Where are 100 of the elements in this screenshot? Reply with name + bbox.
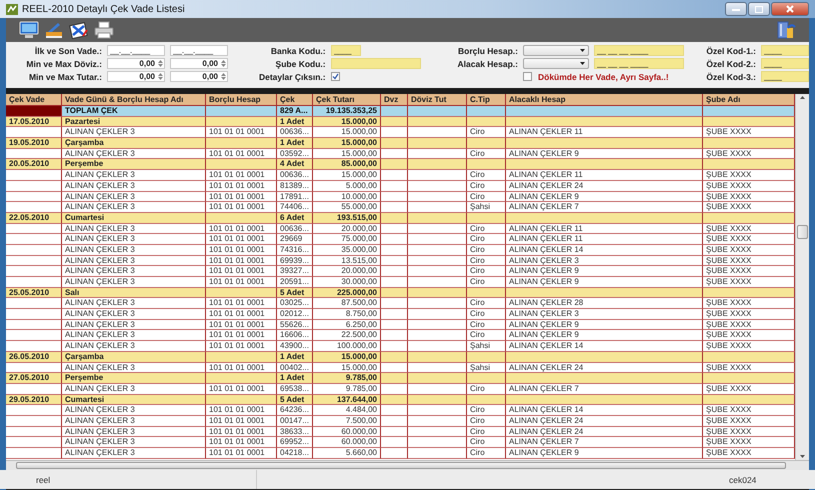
table-cell: 20.05.2010	[6, 159, 62, 170]
table-cell: 27.05.2010	[6, 373, 62, 384]
table-cell: 1 Adet	[277, 352, 313, 362]
group-row[interactable]: 20.05.2010 Perşembe 4 Adet 85.000,00	[6, 159, 795, 170]
table-cell: ALINAN ÇEKLER 3	[62, 266, 206, 277]
exit-button[interactable]	[775, 20, 797, 40]
table-cell	[381, 224, 408, 234]
table-cell: 04218...	[277, 448, 313, 459]
table-cell	[408, 224, 467, 234]
dropdown[interactable]	[523, 58, 589, 69]
table-cell	[467, 288, 506, 298]
checkbox[interactable]	[330, 72, 340, 80]
printer-icon	[94, 21, 114, 39]
maximize-button[interactable]	[748, 2, 770, 16]
table-cell: Çarşamba	[62, 352, 206, 362]
table-cell	[408, 320, 467, 330]
table-cell: Cumartesi	[62, 212, 206, 224]
table-cell: Ciro	[467, 426, 506, 438]
toolbar-button[interactable]	[68, 20, 90, 40]
vertical-scrollbar[interactable]	[795, 94, 809, 460]
table-cell	[408, 298, 467, 310]
table-cell: 74316...	[277, 244, 313, 256]
table-cell	[6, 256, 62, 266]
toolbar-button[interactable]	[93, 20, 115, 40]
table-cell: ALINAN ÇEKLER 3	[62, 234, 206, 245]
scroll-thumb[interactable]	[797, 225, 808, 239]
branch-code-field[interactable]	[330, 58, 421, 69]
table-cell	[381, 244, 408, 256]
group-row[interactable]: 19.05.2010 Çarşamba 1 Adet 15.000,00	[6, 138, 795, 149]
table-cell: 7.500,00	[313, 416, 381, 427]
table-cell: ALINAN ÇEKLER 3	[62, 224, 206, 234]
table-cell	[408, 256, 467, 266]
special-code-field[interactable]: ____	[761, 58, 809, 69]
table-cell: 35.000,00	[313, 244, 381, 256]
table-cell: 15.000,00	[313, 138, 381, 149]
group-row[interactable]: 17.05.2010 Pazartesi 1 Adet 15.000,00	[6, 116, 795, 128]
table-cell	[6, 309, 62, 320]
table-cell: 15.000,00	[313, 116, 381, 128]
table-cell: 26.05.2010	[6, 352, 62, 362]
table-cell: 60.000,00	[313, 426, 381, 438]
status-form-code: cek024	[729, 474, 758, 484]
table-cell: 101 01 01 0001	[206, 192, 277, 202]
table-cell: 101 01 01 0001	[206, 416, 277, 427]
table-cell	[408, 234, 467, 245]
table-cell: Ciro	[467, 170, 506, 181]
table-cell: ALINAN ÇEKLER 9	[506, 192, 703, 202]
table-cell: ALINAN ÇEKLER 9	[506, 266, 703, 277]
special-code-field[interactable]: ____	[761, 45, 809, 56]
table-cell	[6, 298, 62, 310]
table-cell	[408, 309, 467, 320]
group-row[interactable]: 25.05.2010 Salı 5 Adet 225.000,00	[6, 288, 795, 298]
table-cell: 101 01 01 0001	[206, 224, 277, 234]
table-cell	[408, 138, 467, 149]
date-field[interactable]: __.__.____	[107, 45, 165, 56]
account-code-field[interactable]: __ __ __ ____	[594, 58, 684, 69]
horizontal-scrollbar[interactable]	[6, 460, 809, 470]
table-cell: 1 Adet	[277, 116, 313, 128]
bank-code-field[interactable]: ____	[330, 45, 361, 56]
group-row[interactable]: 22.05.2010 Cumartesi 6 Adet 193.515,00	[6, 212, 795, 224]
table-cell: 85.000,00	[313, 159, 381, 170]
table-cell	[206, 212, 277, 224]
table-cell: ALINAN ÇEKLER 24	[506, 426, 703, 438]
table-cell	[408, 330, 467, 342]
date-field[interactable]: __.__.____	[170, 45, 228, 56]
table-cell	[381, 138, 408, 149]
toolbar-button[interactable]	[43, 20, 65, 40]
field-label: Şube Kodu.:	[274, 58, 326, 68]
table-cell: 55626...	[277, 320, 313, 330]
minimize-button[interactable]	[725, 2, 747, 16]
table-cell: 19.05.2010	[6, 138, 62, 149]
scroll-up-icon[interactable]	[799, 94, 806, 100]
table-cell	[381, 256, 408, 266]
special-code-field[interactable]: ____	[761, 71, 809, 82]
group-row[interactable]: 29.05.2010 Cumartesi 5 Adet 137.644,00	[6, 394, 795, 406]
table-cell: 193.515,00	[313, 212, 381, 224]
table-cell: 17.05.2010	[6, 116, 62, 128]
table-cell	[381, 426, 408, 438]
table-cell	[408, 180, 467, 192]
checkbox[interactable]	[523, 72, 532, 81]
table-cell: 101 01 01 0001	[206, 448, 277, 459]
field-label: Min ve Max Döviz.:	[25, 58, 102, 68]
table-cell	[408, 405, 467, 416]
account-code-field[interactable]: __ __ __ ____	[594, 45, 684, 56]
group-row[interactable]: 26.05.2010 Çarşamba 1 Adet 15.000,00	[6, 352, 795, 362]
table-cell	[206, 116, 277, 128]
table-cell	[381, 298, 408, 310]
group-row[interactable]: 27.05.2010 Perşembe 1 Adet 9.785,00	[6, 373, 795, 384]
table-cell: 20.000,00	[313, 224, 381, 234]
dropdown[interactable]	[523, 45, 589, 56]
table-cell	[381, 180, 408, 192]
table-cell: 6 Adet	[277, 212, 313, 224]
scroll-thumb[interactable]	[16, 462, 786, 469]
table-cell	[6, 244, 62, 256]
pen-icon	[69, 21, 89, 39]
close-button[interactable]	[771, 2, 809, 16]
table-cell: 29.05.2010	[6, 394, 62, 406]
table-cell	[467, 116, 506, 128]
table-cell	[467, 212, 506, 224]
caret-icon	[580, 62, 585, 65]
table-cell: Ciro	[467, 234, 506, 245]
